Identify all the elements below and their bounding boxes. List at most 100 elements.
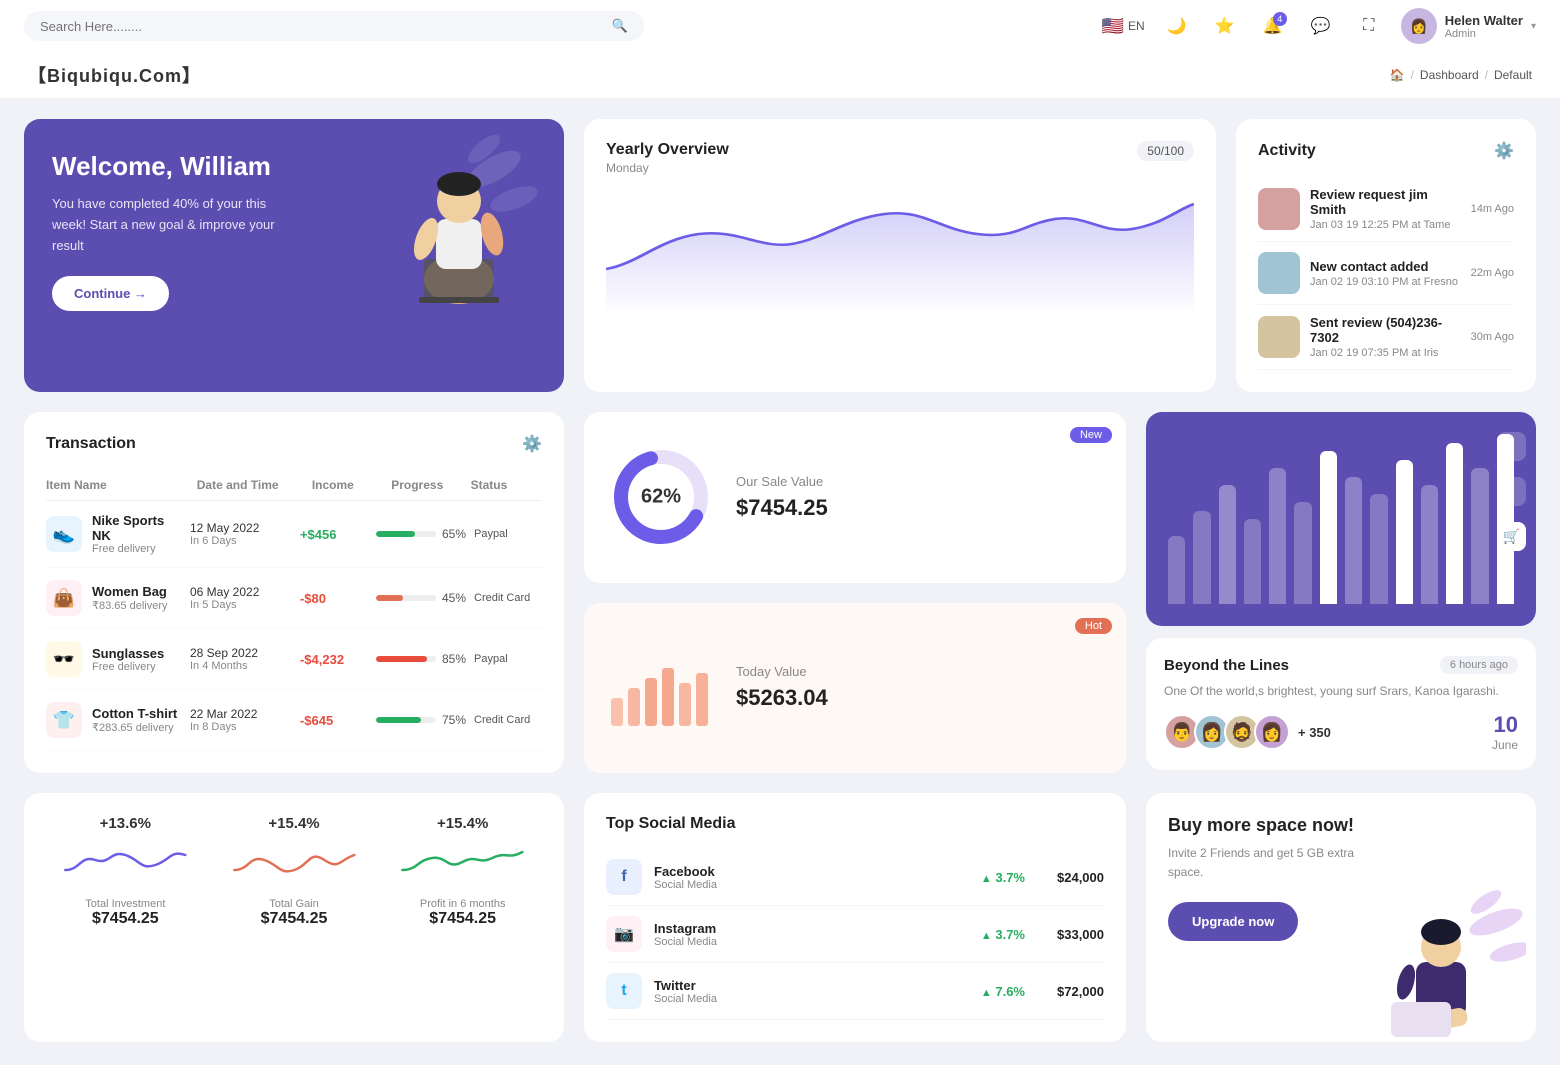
item-sub: Free delivery — [92, 543, 182, 555]
beyond-title: Beyond the Lines — [1164, 657, 1289, 674]
breadcrumb-dashboard[interactable]: Dashboard — [1420, 68, 1479, 82]
theme-toggle[interactable]: 🌙 — [1161, 10, 1193, 42]
today-label: Today Value — [736, 664, 1104, 679]
bar-chart-card: ↗ ⚙ 🛒 — [1146, 412, 1536, 626]
progress-fill — [376, 656, 427, 662]
transaction-title: Transaction — [46, 435, 136, 453]
search-input[interactable] — [40, 19, 604, 34]
chevron-down-icon: ▾ — [1531, 21, 1536, 32]
chart-side-icons: ↗ ⚙ 🛒 — [1497, 432, 1526, 551]
activity-title: Activity — [1258, 142, 1316, 160]
status-badge: Paypal — [474, 653, 542, 665]
today-value: $5263.04 — [736, 685, 1104, 711]
right-panel: ↗ ⚙ 🛒 Beyond the Lines 6 hours ago One O… — [1146, 412, 1536, 773]
social-icon: t — [606, 973, 642, 1009]
status-badge: Credit Card — [474, 592, 542, 604]
activity-item: Review request jim Smith Jan 03 19 12:25… — [1258, 177, 1514, 242]
yearly-badge: 50/100 — [1137, 141, 1194, 161]
item-name-cell: 👜 Women Bag ₹83.65 delivery — [46, 580, 182, 616]
breadcrumb: 🏠 / Dashboard / Default — [1390, 68, 1532, 82]
social-row: t Twitter Social Media ▲ 7.6% $72,000 — [606, 963, 1104, 1020]
social-pct: ▲ 3.7% — [981, 927, 1025, 942]
social-sub: Social Media — [654, 879, 717, 891]
progress-bar — [376, 656, 436, 662]
home-icon[interactable]: 🏠 — [1390, 68, 1405, 82]
item-date: 22 Mar 2022 — [190, 707, 292, 721]
transaction-settings-icon[interactable]: ⚙️ — [522, 434, 542, 454]
beyond-description: One Of the world,s brightest, young surf… — [1164, 682, 1518, 700]
activity-time: 30m Ago — [1471, 331, 1514, 343]
yearly-chart — [606, 179, 1194, 309]
progress-pct: 45% — [442, 591, 466, 605]
item-name: Women Bag — [92, 584, 168, 599]
profit-value: $7454.25 — [429, 910, 496, 928]
item-income: +$456 — [300, 527, 368, 542]
sale-value: $7454.25 — [736, 495, 1104, 521]
chart-cart-icon[interactable]: 🛒 — [1497, 522, 1526, 551]
buy-space-card: Buy more space now! Invite 2 Friends and… — [1146, 793, 1536, 1042]
gain-pct: +15.4% — [268, 815, 319, 832]
gain-value: $7454.25 — [261, 910, 328, 928]
social-title: Top Social Media — [606, 815, 1104, 833]
yearly-title: Yearly Overview — [606, 141, 729, 159]
item-icon: 🕶️ — [46, 641, 82, 677]
top-navigation: 🔍 🇺🇸 EN 🌙 ⭐ 🔔 4 💬 ⛶ 👩 Helen Walter Admin… — [0, 0, 1560, 52]
social-name: Instagram — [654, 921, 717, 936]
progress-pct: 85% — [442, 652, 466, 666]
today-card: Hot Today Value $5263.04 — [584, 603, 1126, 774]
activity-text: Review request jim Smith Jan 03 19 12:25… — [1310, 187, 1461, 231]
notifications-button[interactable]: 🔔 4 — [1257, 10, 1289, 42]
activity-settings-icon[interactable]: ⚙️ — [1494, 141, 1514, 161]
activity-time: 22m Ago — [1471, 267, 1514, 279]
activity-item-title: Review request jim Smith — [1310, 187, 1461, 217]
welcome-description: You have completed 40% of your this week… — [52, 194, 292, 256]
item-sub: ₹283.65 delivery — [92, 721, 177, 734]
messages-button[interactable]: 💬 — [1305, 10, 1337, 42]
upgrade-button[interactable]: Upgrade now — [1168, 902, 1298, 941]
item-income: -$4,232 — [300, 652, 368, 667]
social-pct: ▲ 3.7% — [981, 870, 1025, 885]
chart-gear-icon[interactable]: ⚙ — [1497, 477, 1526, 506]
beyond-card: Beyond the Lines 6 hours ago One Of the … — [1146, 638, 1536, 770]
language-selector[interactable]: 🇺🇸 EN — [1102, 16, 1145, 37]
table-row: 🕶️ Sunglasses Free delivery 28 Sep 2022 … — [46, 629, 542, 690]
third-row: +13.6% Total Investment $7454.25 +15.4% … — [0, 793, 1560, 1062]
nav-icons: 🇺🇸 EN 🌙 ⭐ 🔔 4 💬 ⛶ 👩 Helen Walter Admin ▾ — [1102, 8, 1536, 44]
activity-text: New contact added Jan 02 19 03:10 PM at … — [1310, 259, 1461, 288]
chart-share-icon[interactable]: ↗ — [1497, 432, 1526, 461]
table-header: Item Name Date and Time Income Progress … — [46, 470, 542, 501]
activity-item-subtitle: Jan 02 19 07:35 PM at Iris — [1310, 347, 1461, 359]
profit-label: Profit in 6 months — [420, 898, 506, 910]
space-illustration — [1376, 882, 1526, 1042]
favorites-button[interactable]: ⭐ — [1209, 10, 1241, 42]
today-bar-chart — [606, 648, 716, 728]
fullscreen-button[interactable]: ⛶ — [1353, 10, 1385, 42]
progress-bar — [376, 717, 436, 723]
continue-button[interactable]: Continue → — [52, 276, 169, 311]
brand-logo: 【Biqubiqu.Com】 — [28, 62, 201, 88]
gain-chart — [215, 840, 374, 890]
item-name-cell: 👟 Nike Sports NK Free delivery — [46, 513, 182, 555]
investment-pct: +13.6% — [100, 815, 151, 832]
date-cell: 22 Mar 2022 In 8 Days — [190, 707, 292, 733]
activity-item: New contact added Jan 02 19 03:10 PM at … — [1258, 242, 1514, 305]
breadcrumb-default[interactable]: Default — [1494, 68, 1532, 82]
beyond-plus-count: + 350 — [1298, 725, 1331, 740]
donut-percent: 62% — [641, 486, 681, 509]
item-name-cell: 👕 Cotton T-shirt ₹283.65 delivery — [46, 702, 182, 738]
progress-bar — [376, 595, 436, 601]
mini-chart-profit: +15.4% Profit in 6 months $7454.25 — [383, 815, 542, 1020]
arrow-up-icon: ▲ — [981, 873, 992, 885]
item-income: -$80 — [300, 591, 368, 606]
progress-cell: 85% — [376, 652, 466, 666]
user-profile[interactable]: 👩 Helen Walter Admin ▾ — [1401, 8, 1536, 44]
search-container[interactable]: 🔍 — [24, 11, 644, 41]
yearly-subtitle: Monday — [606, 161, 729, 175]
progress-fill — [376, 531, 415, 537]
progress-cell: 65% — [376, 527, 466, 541]
profit-pct: +15.4% — [437, 815, 488, 832]
mini-chart-gain: +15.4% Total Gain $7454.25 — [215, 815, 374, 1020]
activity-item: Sent review (504)236-7302 Jan 02 19 07:3… — [1258, 305, 1514, 370]
social-name: Facebook — [654, 864, 717, 879]
social-list: f Facebook Social Media ▲ 3.7% $24,000 📷… — [606, 849, 1104, 1020]
